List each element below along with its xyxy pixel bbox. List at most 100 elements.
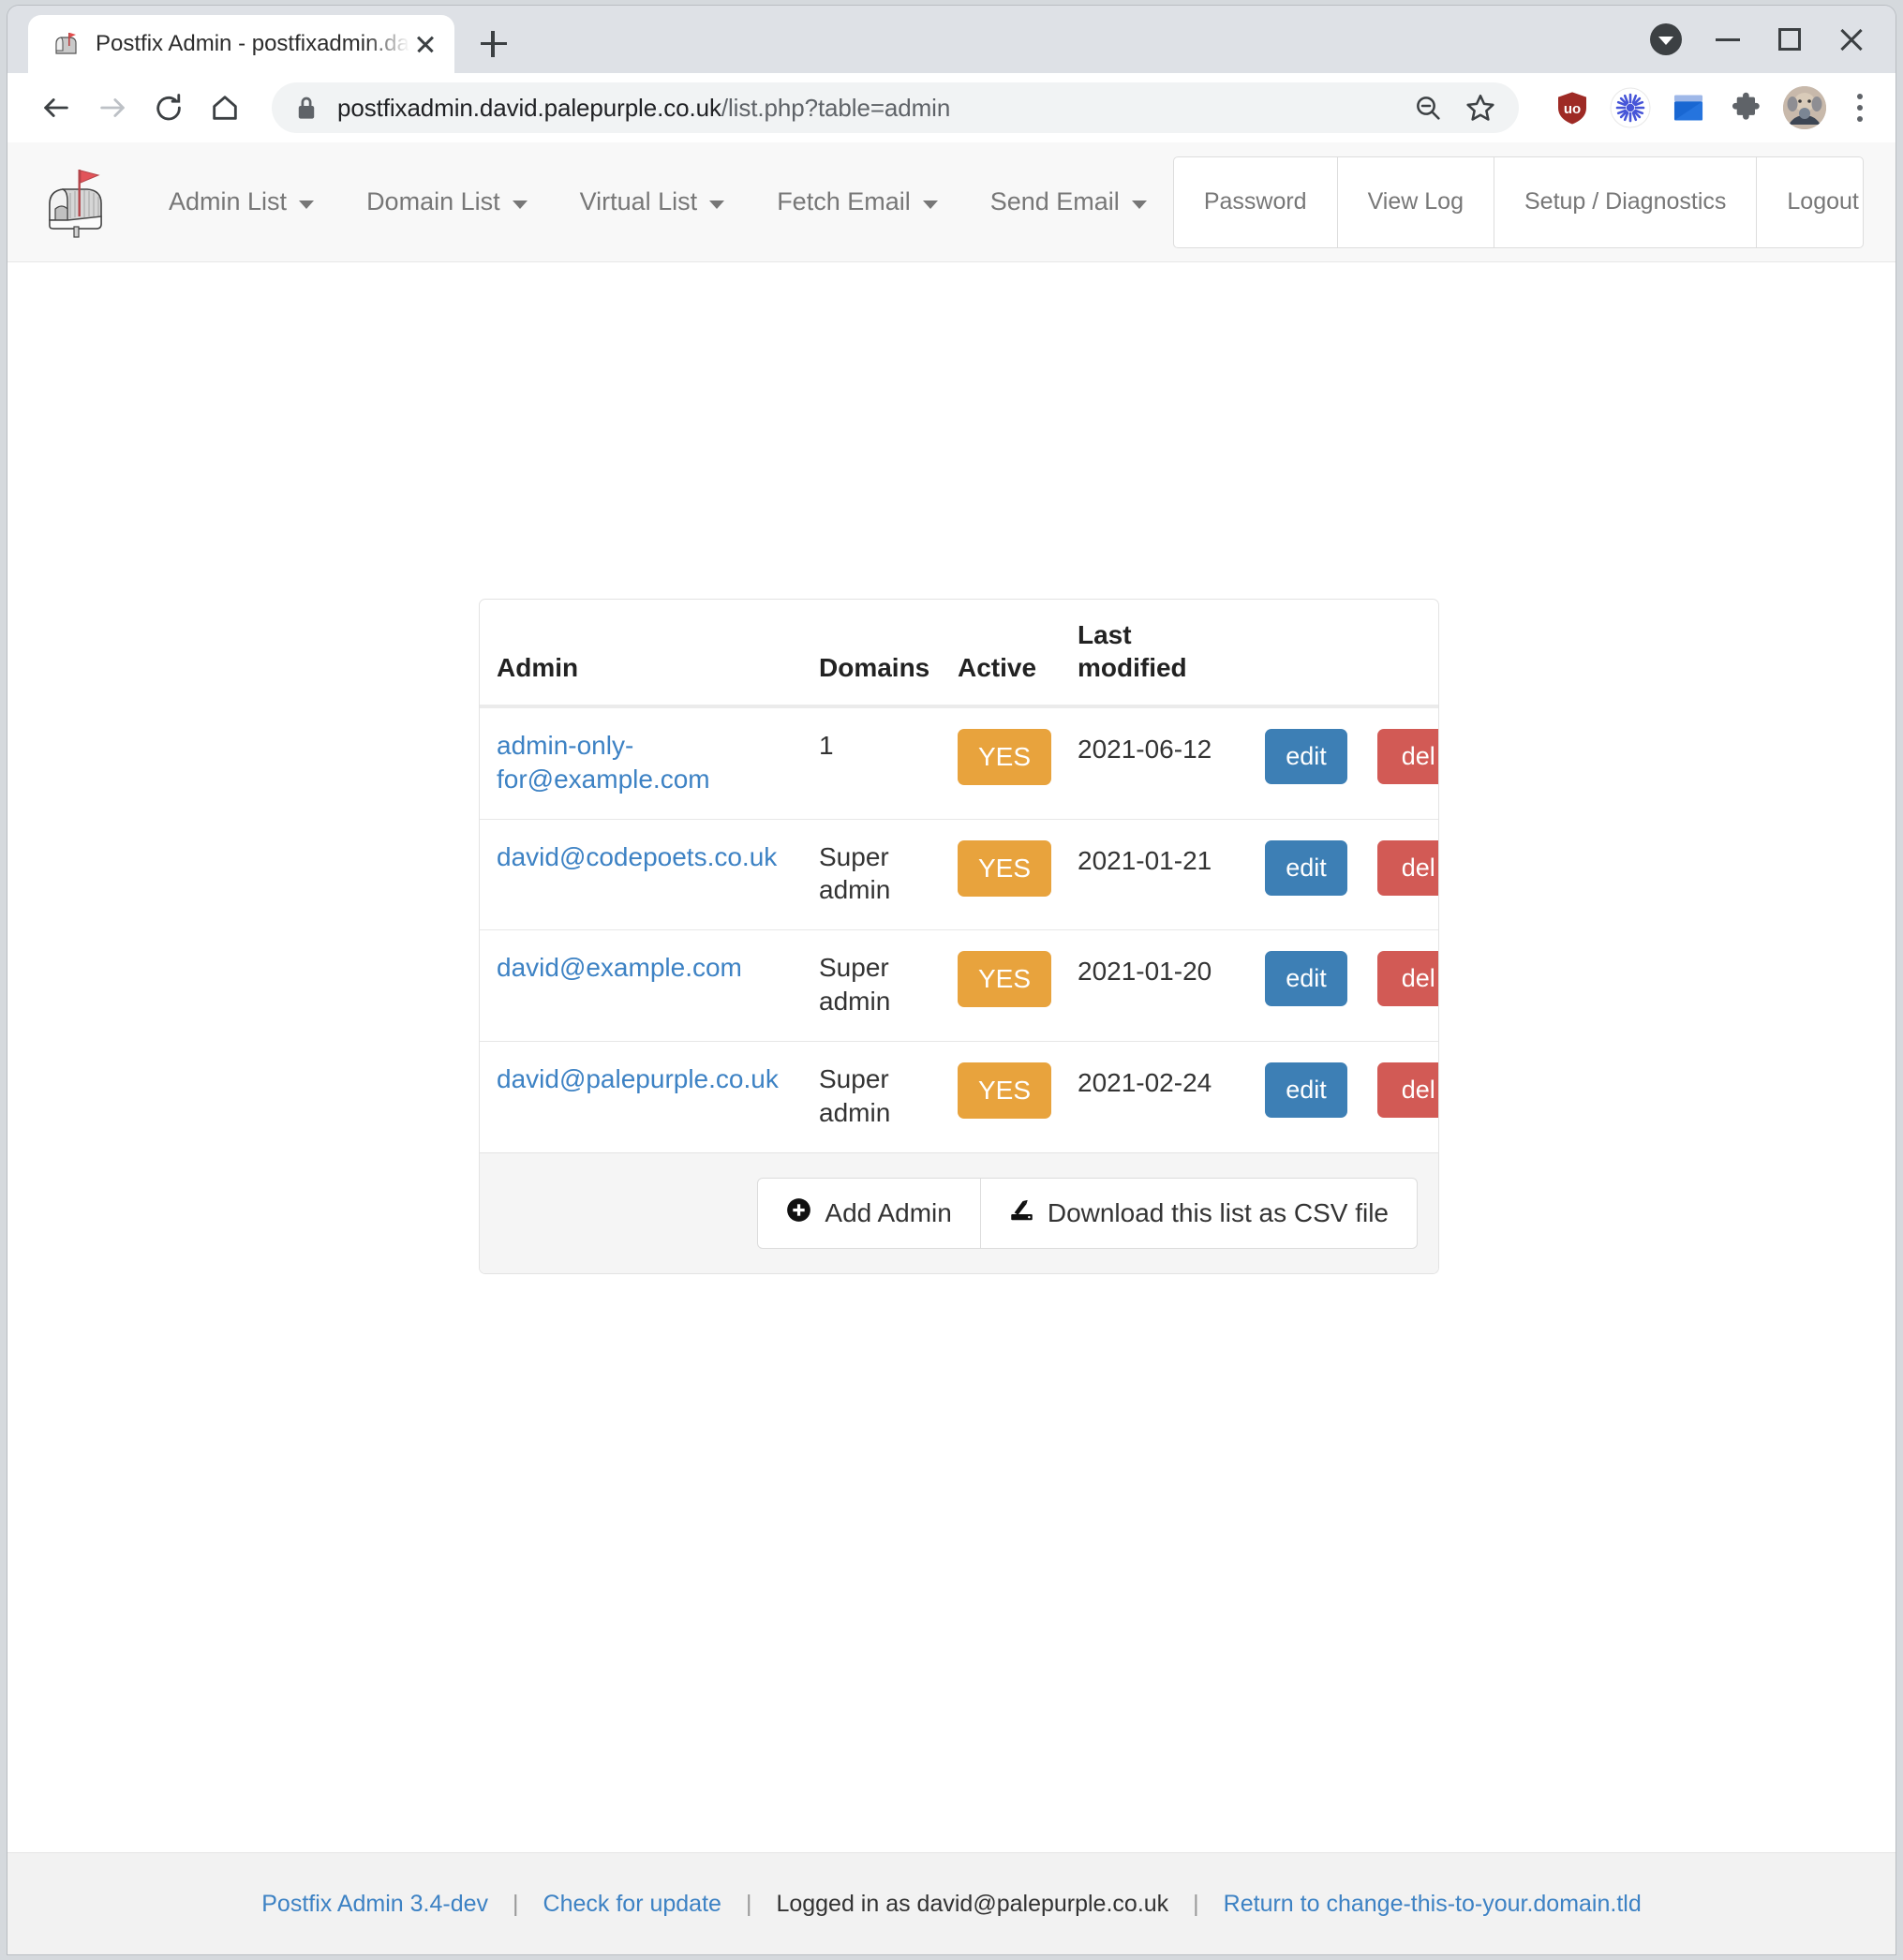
edit-button[interactable]: edit xyxy=(1265,951,1347,1007)
tab-strip: Postfix Admin - postfixadmin.david.palep… xyxy=(7,6,1896,73)
burst-icon[interactable] xyxy=(1609,86,1652,129)
table-row: david@codepoets.co.uk Super admin YES 20… xyxy=(480,818,1438,930)
url-text: postfixadmin.david.palepurple.co.uk/list… xyxy=(337,94,950,123)
address-bar[interactable]: postfixadmin.david.palepurple.co.uk/list… xyxy=(272,82,1519,133)
admin-email-link[interactable]: david@palepurple.co.uk xyxy=(497,1064,779,1093)
status-badge[interactable]: YES xyxy=(958,729,1052,785)
table-head: Admin Domains Active Last modified xyxy=(480,600,1438,708)
main-nav-links: Admin List Domain List Virtual List Fetc… xyxy=(142,187,1173,216)
table-header-row: Admin Domains Active Last modified xyxy=(480,600,1438,708)
forward-arrow-icon[interactable] xyxy=(86,82,139,134)
nav-label: Admin List xyxy=(169,187,288,215)
edit-button[interactable]: edit xyxy=(1265,839,1347,896)
blue-window-icon[interactable] xyxy=(1667,86,1710,129)
nav-label: Virtual List xyxy=(579,187,698,215)
extension-icons: uo xyxy=(1538,86,1879,129)
back-arrow-icon[interactable] xyxy=(30,82,82,134)
browser-tab[interactable]: Postfix Admin - postfixadmin.david.palep… xyxy=(28,15,454,73)
nav-item-fetch-email[interactable]: Fetch Email xyxy=(751,187,964,216)
version-link[interactable]: Postfix Admin 3.4-dev xyxy=(261,1891,488,1918)
chevron-down-icon xyxy=(1131,200,1147,209)
edit-button[interactable]: edit xyxy=(1265,729,1347,784)
chevron-down-icon xyxy=(709,200,725,209)
svg-text:uo: uo xyxy=(1564,101,1581,117)
return-domain-link[interactable]: Return to change-this-to-your.domain.tld xyxy=(1224,1891,1642,1918)
add-admin-label: Add Admin xyxy=(825,1197,952,1227)
puzzle-piece-icon[interactable] xyxy=(1725,86,1768,129)
column-header-last-modified: Last modified xyxy=(1064,600,1252,708)
kebab-menu-icon[interactable] xyxy=(1841,86,1879,129)
tab-search-icon[interactable] xyxy=(1635,11,1697,67)
delete-button[interactable]: del xyxy=(1376,1062,1438,1118)
cell-domains: Super admin xyxy=(806,818,944,930)
cell-last-modified: 2021-01-20 xyxy=(1064,929,1252,1042)
cell-active: YES xyxy=(944,1040,1064,1152)
zoom-out-icon[interactable] xyxy=(1406,86,1450,129)
admin-list-table: Admin Domains Active Last modified admin… xyxy=(480,600,1438,1152)
cell-domains: Super admin xyxy=(806,1040,944,1152)
nav-item-virtual-list[interactable]: Virtual List xyxy=(554,187,751,216)
postfix-admin-mailbox-logo[interactable] xyxy=(34,159,120,245)
omnibox-actions xyxy=(1406,86,1508,129)
maximize-icon[interactable] xyxy=(1759,11,1821,67)
delete-button[interactable]: del xyxy=(1376,839,1438,896)
ublock-origin-icon[interactable]: uo xyxy=(1551,86,1594,129)
window-close-icon[interactable] xyxy=(1821,11,1882,67)
cell-admin: david@example.com xyxy=(480,929,806,1042)
home-icon[interactable] xyxy=(199,82,251,134)
logged-in-status: Logged in as david@palepurple.co.uk xyxy=(776,1890,1169,1917)
download-csv-button[interactable]: Download this list as CSV file xyxy=(981,1179,1417,1248)
column-header-actions xyxy=(1252,600,1438,708)
tab-close-icon[interactable] xyxy=(409,28,441,60)
profile-avatar[interactable] xyxy=(1783,86,1826,129)
page-viewport: Admin List Domain List Virtual List Fetc… xyxy=(7,142,1896,1954)
plus-circle-icon xyxy=(786,1197,811,1229)
status-badge[interactable]: YES xyxy=(958,951,1052,1008)
save-download-icon xyxy=(1009,1197,1034,1229)
cell-last-modified: 2021-06-12 xyxy=(1078,735,1212,764)
status-badge[interactable]: YES xyxy=(958,1062,1052,1119)
cell-active: YES xyxy=(944,818,1064,930)
admin-email-link[interactable]: admin-only-for@example.com xyxy=(497,731,710,794)
edit-button[interactable]: edit xyxy=(1265,1062,1347,1118)
logout-button[interactable]: Logout xyxy=(1757,157,1863,247)
view-log-button[interactable]: View Log xyxy=(1338,156,1494,247)
cell-last-modified: 2021-01-21 xyxy=(1064,818,1252,930)
table-footer-actions: Add Admin Download this list as CSV file xyxy=(480,1151,1438,1273)
delete-button[interactable]: del xyxy=(1376,951,1438,1007)
mailbox-icon xyxy=(52,30,81,58)
site-navbar: Admin List Domain List Virtual List Fetc… xyxy=(7,142,1896,262)
table-row: admin-only-for@example.com 1 YES 2021-06… xyxy=(480,706,1438,819)
table-row: david@palepurple.co.uk Super admin YES 2… xyxy=(480,1040,1438,1152)
nav-item-domain-list[interactable]: Domain List xyxy=(340,187,554,216)
table-body: admin-only-for@example.com 1 YES 2021-06… xyxy=(480,706,1438,1152)
new-tab-icon[interactable] xyxy=(468,17,520,69)
status-badge[interactable]: YES xyxy=(958,839,1052,897)
add-admin-button[interactable]: Add Admin xyxy=(758,1178,981,1248)
action-button-group: Add Admin Download this list as CSV file xyxy=(757,1177,1418,1249)
nav-label: Domain List xyxy=(366,187,500,215)
admin-email-link[interactable]: david@codepoets.co.uk xyxy=(497,842,777,871)
minimize-icon[interactable] xyxy=(1697,11,1759,67)
footer-separator: | xyxy=(745,1890,752,1917)
delete-button[interactable]: del xyxy=(1376,729,1438,784)
column-header-admin: Admin xyxy=(480,600,806,708)
star-icon[interactable] xyxy=(1459,86,1502,129)
cell-active: YES xyxy=(944,929,1064,1042)
password-button[interactable]: Password xyxy=(1174,156,1338,247)
cell-domains: 1 xyxy=(819,731,834,760)
main-content: Admin Domains Active Last modified admin… xyxy=(7,262,1896,1855)
footer-separator: | xyxy=(513,1890,519,1917)
table-row: david@example.com Super admin YES 2021-0… xyxy=(480,929,1438,1042)
setup-diagnostics-button[interactable]: Setup / Diagnostics xyxy=(1494,156,1758,247)
nav-item-send-email[interactable]: Send Email xyxy=(964,187,1173,216)
check-for-update-link[interactable]: Check for update xyxy=(543,1891,721,1918)
lock-icon xyxy=(296,96,317,120)
chevron-down-icon xyxy=(512,200,528,209)
nav-item-admin-list[interactable]: Admin List xyxy=(142,187,340,216)
url-domain: postfixadmin.david.palepurple.co.uk xyxy=(337,93,721,122)
reload-icon[interactable] xyxy=(142,82,195,134)
cell-actions: edit del xyxy=(1252,818,1438,930)
column-header-domains: Domains xyxy=(806,600,944,708)
admin-email-link[interactable]: david@example.com xyxy=(497,953,742,982)
